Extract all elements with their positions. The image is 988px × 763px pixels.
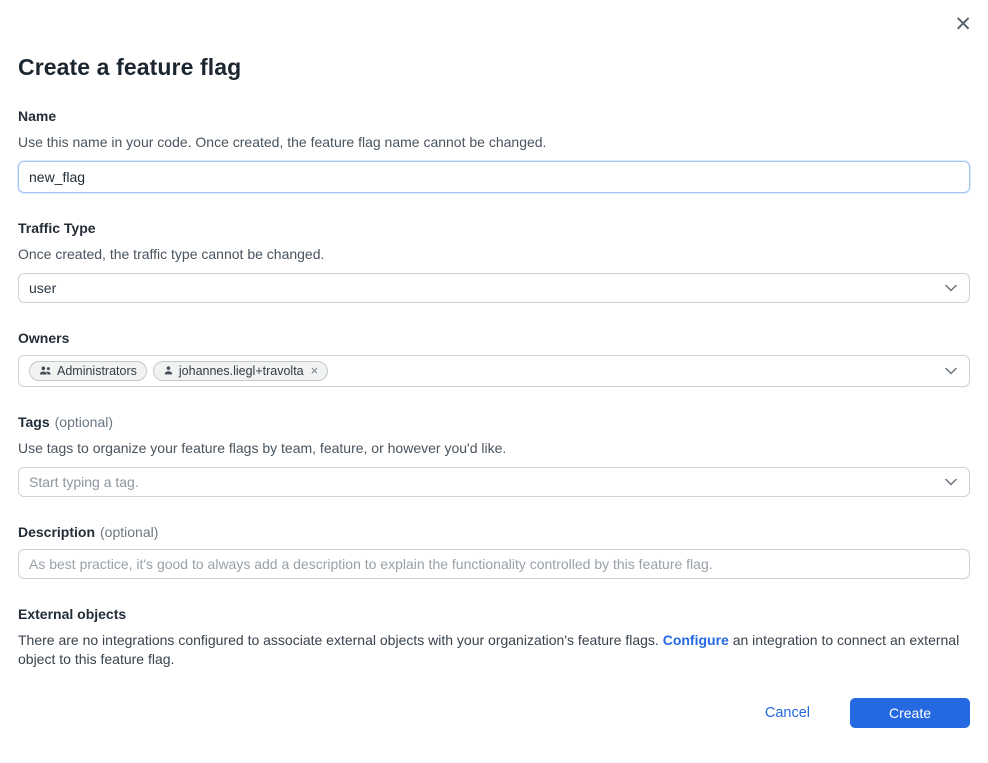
owner-chip-label: johannes.liegl+travolta <box>179 364 304 378</box>
description-input[interactable] <box>18 549 970 579</box>
owners-field-group: Owners Administrators <box>18 330 970 387</box>
traffic-type-helper: Once created, the traffic type cannot be… <box>18 245 970 264</box>
chevron-down-icon <box>945 367 957 375</box>
traffic-type-select[interactable]: user <box>18 273 970 303</box>
tags-placeholder: Start typing a tag. <box>29 474 139 490</box>
description-field-group: Description (optional) <box>18 524 970 579</box>
owners-label: Owners <box>18 330 970 346</box>
name-field-group: Name Use this name in your code. Once cr… <box>18 108 970 193</box>
traffic-type-label: Traffic Type <box>18 220 970 236</box>
name-label: Name <box>18 108 970 124</box>
close-icon[interactable]: ✕ <box>954 14 972 35</box>
name-helper: Use this name in your code. Once created… <box>18 133 970 152</box>
tags-select[interactable]: Start typing a tag. <box>18 467 970 497</box>
remove-owner-icon[interactable]: × <box>311 364 319 377</box>
tags-optional-label: (optional) <box>55 414 113 430</box>
create-feature-flag-modal: ✕ Create a feature flag Name Use this na… <box>0 0 988 763</box>
owners-select[interactable]: Administrators johannes.liegl+travolta × <box>18 355 970 387</box>
description-optional-label: (optional) <box>100 524 158 540</box>
external-objects-text: There are no integrations configured to … <box>18 631 970 669</box>
traffic-type-field-group: Traffic Type Once created, the traffic t… <box>18 220 970 303</box>
tags-label-row: Tags (optional) <box>18 414 970 430</box>
create-button[interactable]: Create <box>850 698 970 728</box>
external-objects-group: External objects There are no integratio… <box>18 606 970 669</box>
traffic-type-value: user <box>29 280 56 296</box>
chevron-down-icon <box>945 478 957 486</box>
tags-helper: Use tags to organize your feature flags … <box>18 439 970 458</box>
cancel-button[interactable]: Cancel <box>765 705 810 721</box>
owner-chip-administrators[interactable]: Administrators <box>29 361 147 381</box>
group-icon <box>39 365 52 376</box>
modal-content: Create a feature flag Name Use this name… <box>0 0 988 728</box>
description-label: Description <box>18 524 95 540</box>
name-input[interactable] <box>18 161 970 193</box>
modal-footer: Cancel Create <box>18 698 970 728</box>
modal-title: Create a feature flag <box>18 54 970 81</box>
external-objects-text-before: There are no integrations configured to … <box>18 632 663 648</box>
tags-field-group: Tags (optional) Use tags to organize you… <box>18 414 970 497</box>
owner-chip-label: Administrators <box>57 364 137 378</box>
external-objects-label: External objects <box>18 606 970 622</box>
person-icon <box>163 365 174 376</box>
configure-link[interactable]: Configure <box>663 632 729 648</box>
chevron-down-icon <box>945 284 957 292</box>
tags-label: Tags <box>18 414 50 430</box>
description-label-row: Description (optional) <box>18 524 970 540</box>
owner-chip-user[interactable]: johannes.liegl+travolta × <box>153 361 328 381</box>
